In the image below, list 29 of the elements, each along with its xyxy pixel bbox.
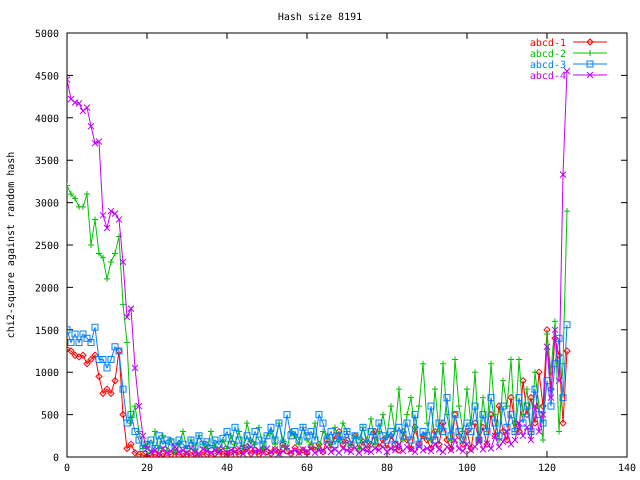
y-tick-label: 2000 (34, 283, 59, 294)
y-axis-label: chi2-square against random hash (6, 152, 17, 338)
legend-label: abcd-1 (530, 38, 566, 49)
chart-title: Hash size 8191 (278, 12, 362, 23)
y-tick-label: 2500 (34, 241, 59, 252)
x-tick-label: 60 (300, 463, 314, 474)
legend-line-sample (572, 72, 608, 78)
y-tick-label: 3000 (34, 198, 59, 210)
x-tick-label: 140 (618, 463, 636, 474)
y-tick-label: 4000 (34, 114, 59, 125)
legend-label: abcd-4 (530, 71, 566, 82)
y-tick-label: 4500 (34, 71, 59, 82)
legend-label: abcd-2 (530, 49, 566, 60)
y-tick-label: 0 (52, 453, 59, 464)
x-tick-label: 0 (64, 463, 70, 474)
y-tick-label: 5000 (34, 29, 59, 40)
x-tick-label: 120 (538, 463, 556, 474)
x-tick-label: 100 (458, 463, 476, 474)
y-tick-label: 1500 (34, 326, 59, 337)
y-tick-label: 1000 (34, 368, 59, 380)
legend-line-sample (572, 60, 608, 68)
y-tick-label: 3500 (34, 156, 59, 168)
x-tick-label: 40 (220, 463, 234, 474)
legend-label: abcd-3 (530, 60, 566, 71)
legend-line-sample (572, 38, 608, 46)
legend-line-sample (572, 50, 608, 56)
x-tick-label: 80 (380, 463, 394, 474)
y-tick-label: 500 (40, 410, 59, 422)
x-tick-label: 20 (140, 463, 154, 474)
